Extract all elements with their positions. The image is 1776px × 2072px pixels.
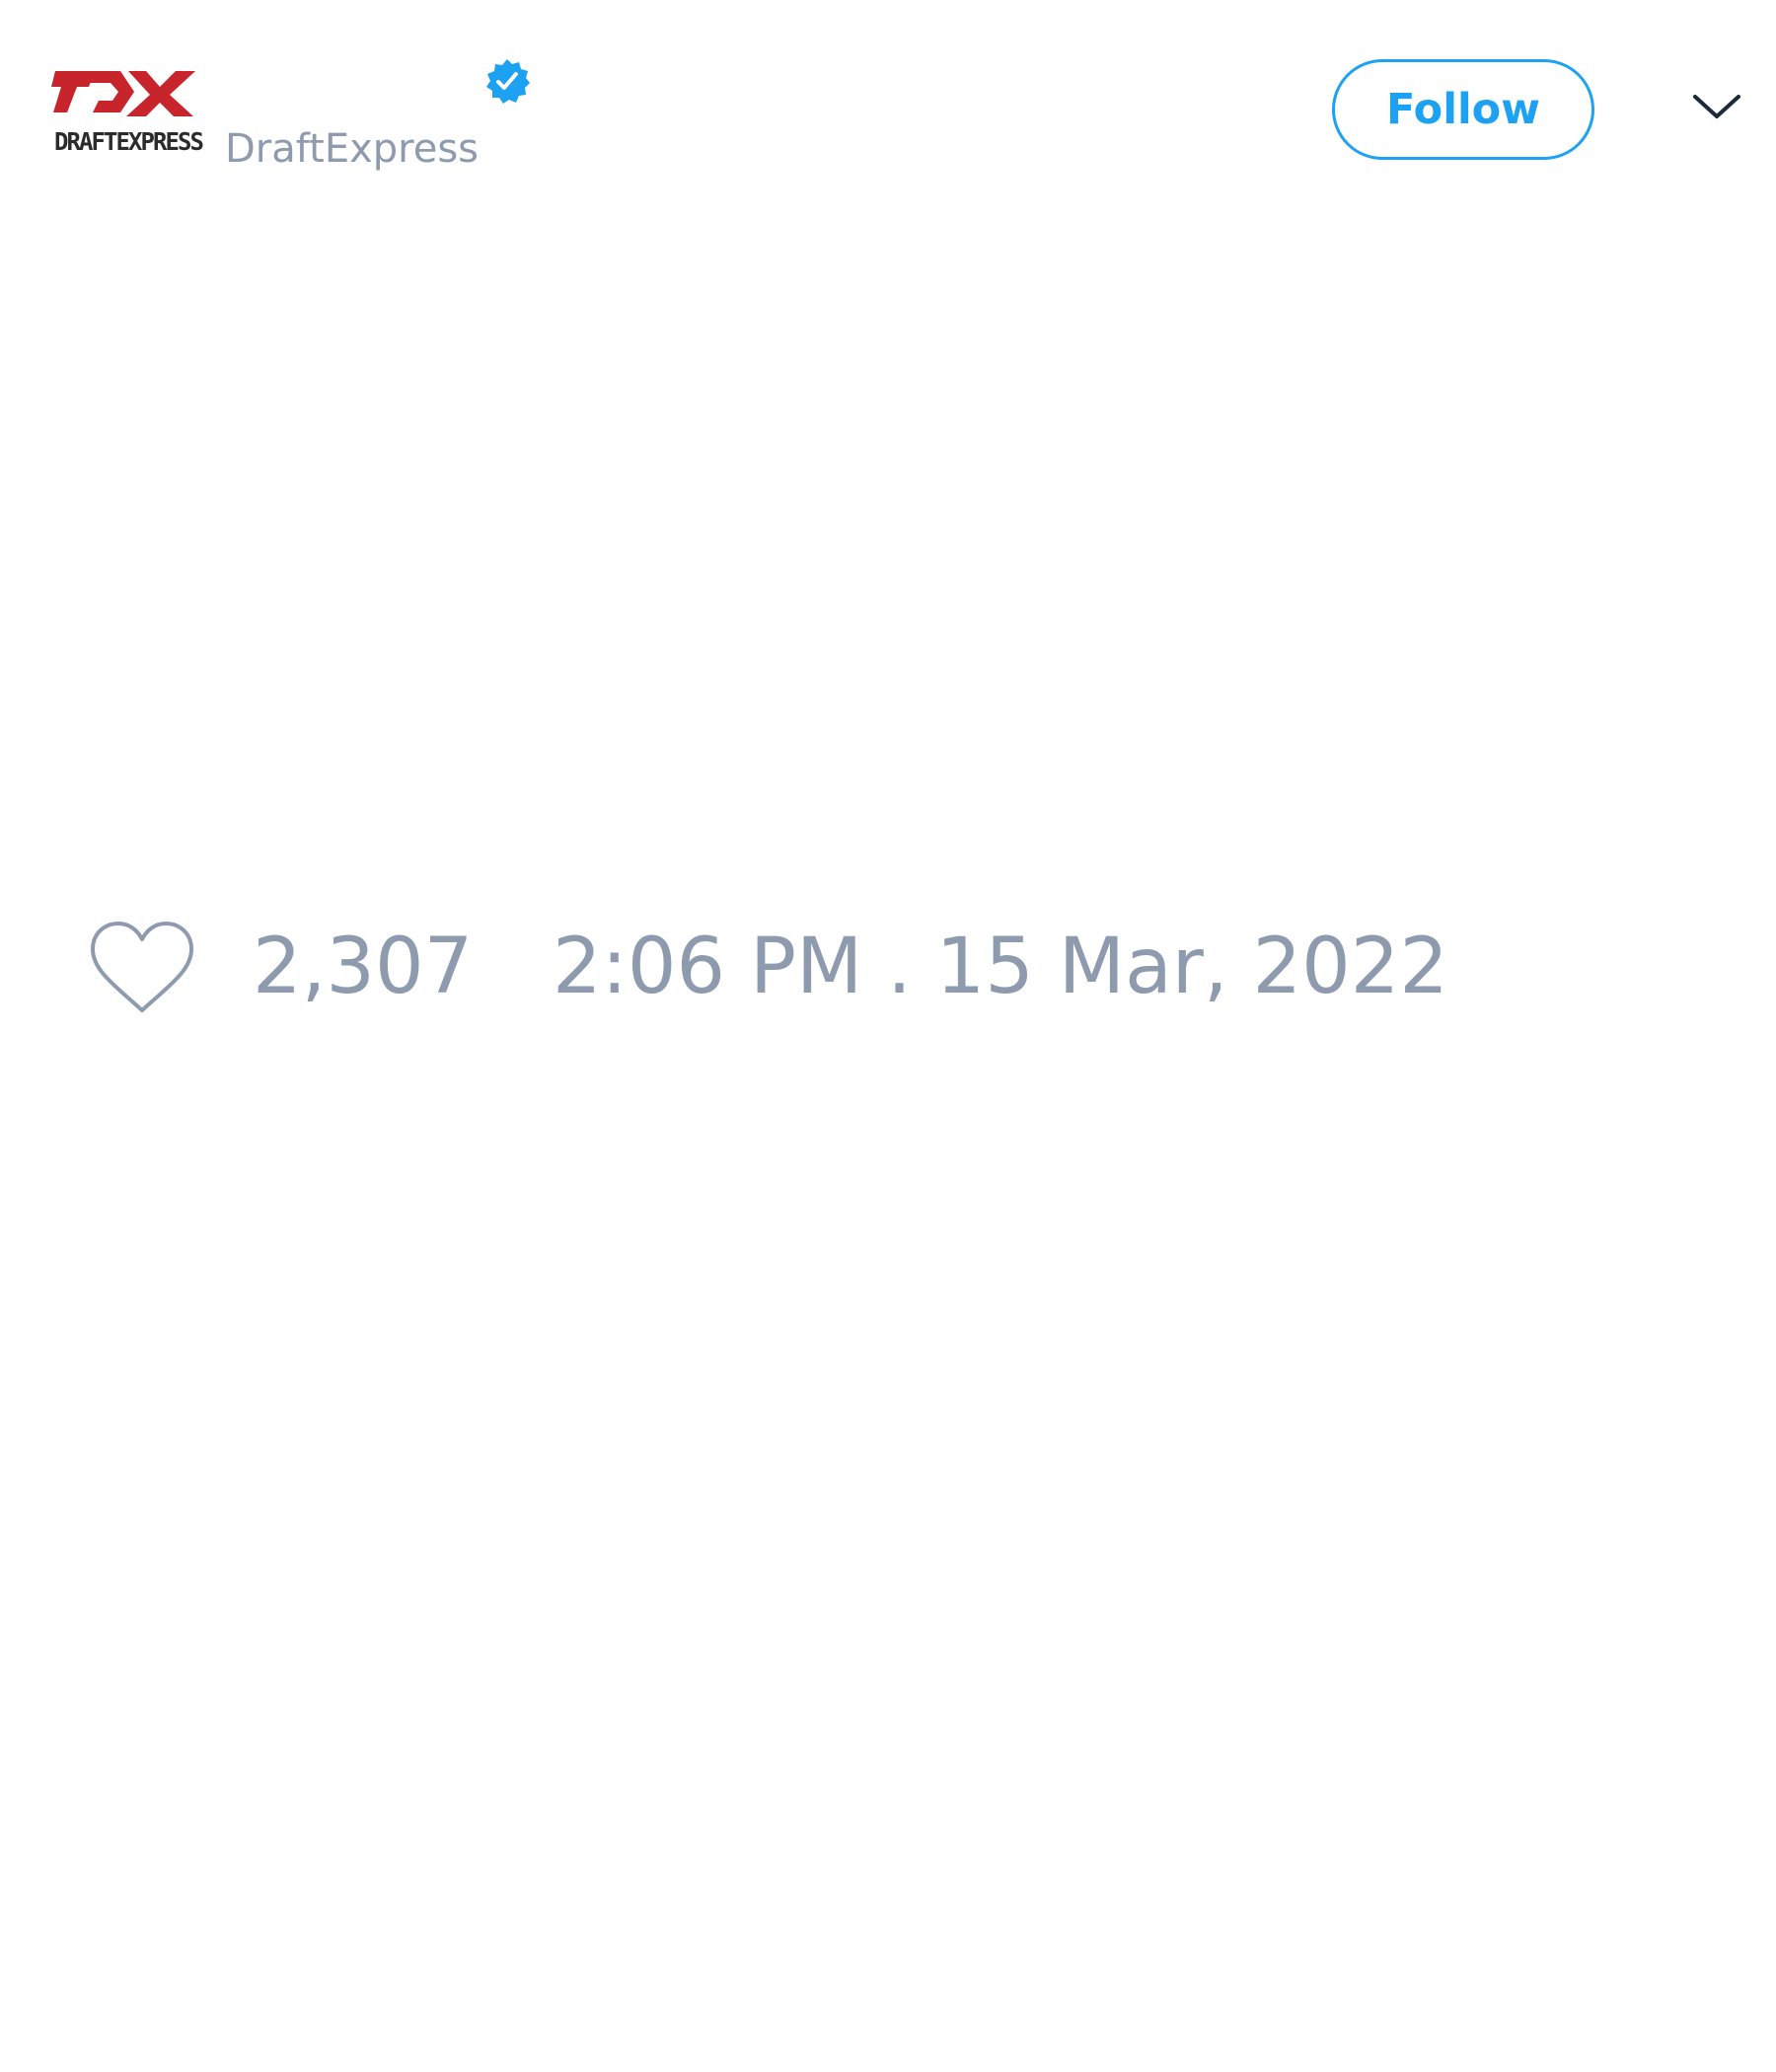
tweet-header: DRAFTEXPRESS DraftExpress Follow xyxy=(0,0,1776,217)
verified-badge-icon xyxy=(486,59,530,104)
tweet-actions: 2,307 2:06 PM . 15 Mar, 2022 xyxy=(0,908,1776,1026)
heart-icon[interactable] xyxy=(87,920,197,1018)
follow-button[interactable]: Follow xyxy=(1332,59,1594,160)
chevron-down-icon[interactable] xyxy=(1689,87,1744,126)
follow-button-label: Follow xyxy=(1386,85,1540,134)
tweet-timestamp[interactable]: 2:06 PM . 15 Mar, 2022 xyxy=(553,918,1448,1016)
draftexpress-logo: DRAFTEXPRESS xyxy=(51,71,205,156)
user-handle[interactable]: DraftExpress xyxy=(225,126,479,172)
like-count: 2,307 xyxy=(253,923,474,1011)
tweet-card: DRAFTEXPRESS DraftExpress Follow 2,307 2… xyxy=(0,0,1776,2072)
svg-text:DRAFTEXPRESS: DRAFTEXPRESS xyxy=(54,127,203,156)
avatar[interactable]: DRAFTEXPRESS xyxy=(49,61,207,164)
